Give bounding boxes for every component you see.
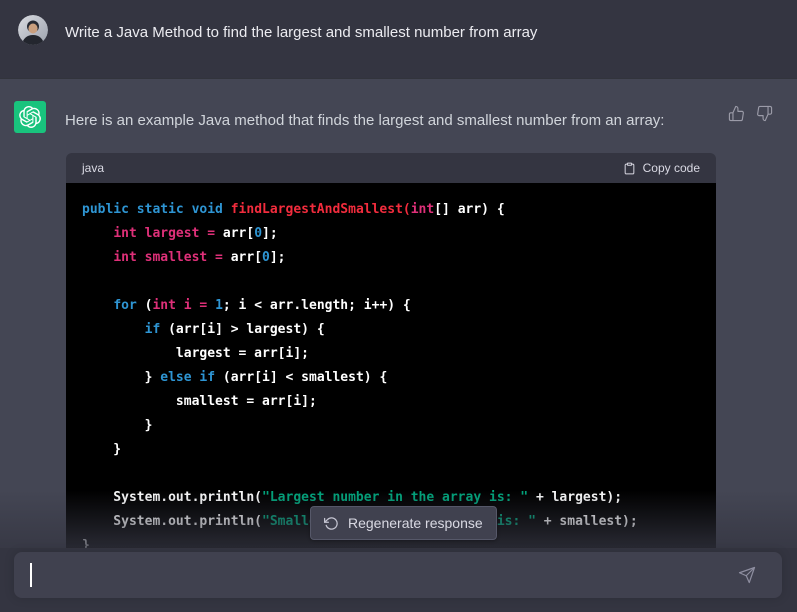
code-line: }	[82, 414, 700, 438]
code-line: int largest = arr[0];	[82, 222, 700, 246]
code-line: smallest = arr[i];	[82, 390, 700, 414]
input-footer	[0, 548, 797, 612]
chatgpt-logo	[14, 101, 46, 133]
code-language-label: java	[82, 161, 104, 175]
copy-code-button[interactable]: Copy code	[623, 161, 700, 176]
thumbs-down-button[interactable]	[756, 105, 773, 122]
thumbs-down-icon	[756, 105, 773, 122]
thumbs-up-icon	[728, 105, 745, 122]
code-line: for (int i = 1; i < arr.length; i++) {	[82, 294, 700, 318]
send-button[interactable]	[738, 566, 756, 584]
code-line	[82, 462, 700, 486]
code-line: } else if (arr[i] < smallest) {	[82, 366, 700, 390]
refresh-icon	[324, 516, 339, 531]
code-line: largest = arr[i];	[82, 342, 700, 366]
assistant-message-text: Here is an example Java method that find…	[65, 109, 697, 133]
code-line: if (arr[i] > largest) {	[82, 318, 700, 342]
clipboard-icon	[623, 161, 636, 176]
code-line: public static void findLargestAndSmalles…	[82, 198, 700, 222]
user-avatar-image	[18, 15, 48, 45]
user-message-text: Write a Java Method to find the largest …	[65, 21, 757, 45]
regenerate-response-button[interactable]: Regenerate response	[310, 506, 497, 540]
chat-window: Write a Java Method to find the largest …	[0, 0, 797, 612]
user-message-row: Write a Java Method to find the largest …	[0, 0, 797, 78]
regenerate-response-label: Regenerate response	[348, 515, 483, 531]
code-line: int smallest = arr[0];	[82, 246, 700, 270]
code-header: java Copy code	[66, 153, 716, 183]
openai-flower-icon	[19, 106, 41, 128]
copy-code-label: Copy code	[643, 161, 700, 175]
thumbs-up-button[interactable]	[728, 105, 745, 122]
feedback-buttons	[728, 105, 773, 122]
message-input[interactable]	[14, 552, 782, 598]
text-cursor	[30, 563, 32, 587]
send-icon	[738, 566, 756, 584]
code-line: }	[82, 438, 700, 462]
user-avatar	[18, 15, 48, 45]
code-line	[82, 270, 700, 294]
